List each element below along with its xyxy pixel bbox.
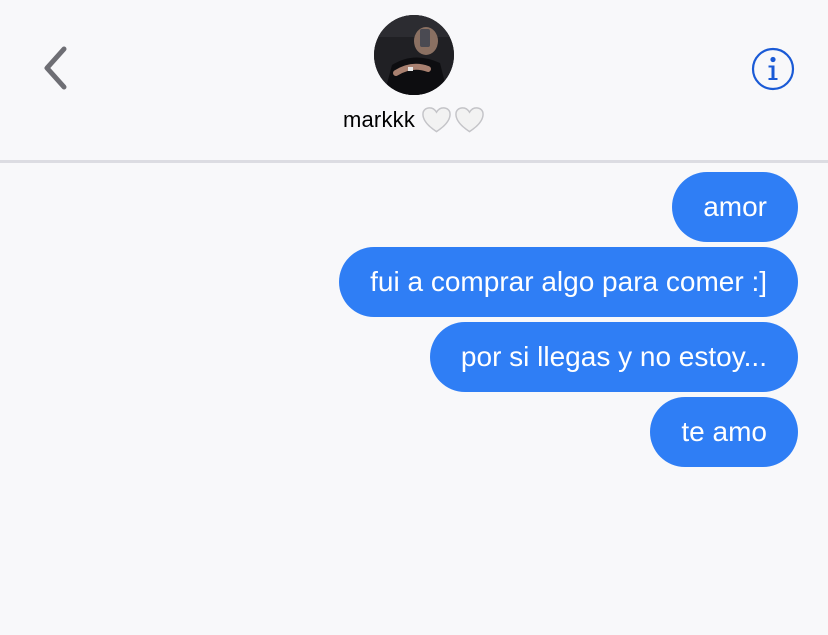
- message-bubble[interactable]: amor: [672, 172, 798, 242]
- hearts: [421, 106, 485, 134]
- avatar[interactable]: [374, 15, 454, 95]
- white-heart-icon: [422, 107, 451, 133]
- message-list: amor fui a comprar algo para comer :] po…: [18, 172, 798, 472]
- avatar-photo: [374, 15, 454, 95]
- message-bubble[interactable]: fui a comprar algo para comer :]: [339, 247, 798, 317]
- chevron-left-icon: [44, 46, 67, 90]
- message-bubble[interactable]: por si llegas y no estoy...: [429, 322, 798, 392]
- message-bubble[interactable]: te amo: [650, 397, 798, 467]
- contact-name: markkk: [342, 107, 416, 132]
- info-button[interactable]: [750, 46, 796, 92]
- header-divider: [0, 160, 828, 163]
- white-heart-icon: [455, 107, 484, 133]
- back-button[interactable]: [30, 40, 80, 96]
- conversation-header: markkk: [0, 0, 828, 162]
- info-icon: [751, 47, 795, 91]
- contact-name-row[interactable]: markkk: [0, 106, 828, 134]
